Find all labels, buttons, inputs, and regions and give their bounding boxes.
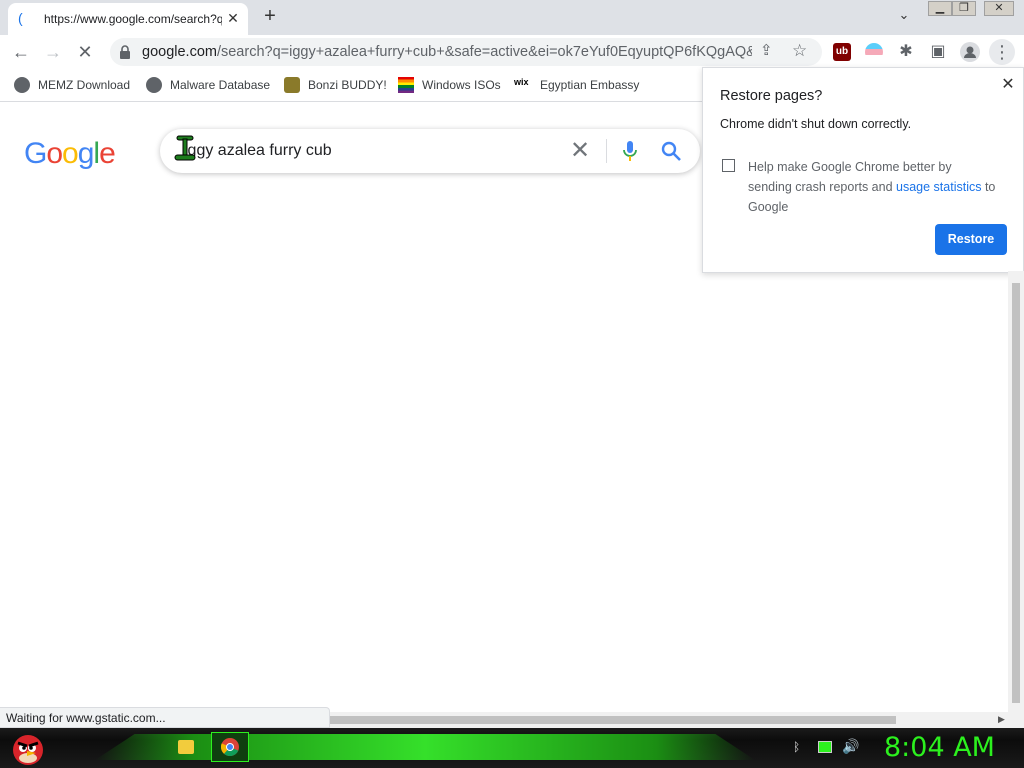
lock-icon[interactable] — [119, 45, 131, 59]
bookmark-star-icon[interactable]: ☆ — [792, 41, 807, 61]
flag-extension-icon[interactable] — [865, 43, 883, 61]
bookmark-egyptian-embassy[interactable]: wix Egyptian Embassy — [514, 75, 639, 95]
bookmark-windows-isos[interactable]: Windows ISOs — [398, 75, 501, 95]
restore-window-button[interactable]: ❐ — [952, 1, 976, 16]
search-input[interactable]: iggy azalea furry cub — [184, 142, 332, 160]
volume-tray-icon[interactable]: 🔊 — [842, 738, 859, 755]
address-bar[interactable]: google.com/search?q=iggy+azalea+furry+cu… — [110, 38, 822, 66]
search-box[interactable]: iggy azalea furry cub ✕ — [160, 129, 700, 173]
clear-search-icon[interactable]: ✕ — [570, 137, 590, 165]
custom-cursor-icon — [174, 135, 196, 161]
new-tab-button[interactable]: + — [258, 5, 282, 29]
crash-report-label: Help make Google Chrome better by sendin… — [748, 157, 998, 217]
horizontal-scroll-thumb[interactable] — [330, 716, 896, 724]
url-text[interactable]: google.com/search?q=iggy+azalea+furry+cu… — [142, 44, 752, 60]
tab-search-chevron-icon[interactable]: ⌄ — [894, 7, 914, 27]
wix-icon: wix — [514, 77, 529, 87]
angry-bird-start-icon[interactable] — [8, 728, 48, 768]
search-divider — [606, 139, 607, 163]
extensions-puzzle-icon[interactable]: ✱ — [893, 39, 919, 65]
network-tray-icon[interactable] — [818, 741, 832, 753]
logo-letter: g — [77, 137, 95, 170]
dialog-subtitle: Chrome didn't shut down correctly. — [720, 117, 912, 131]
logo-letter: o — [46, 137, 63, 170]
side-panel-icon[interactable]: ▣ — [925, 39, 951, 65]
rainbow-flag-icon — [398, 77, 414, 93]
bookmark-label: Egyptian Embassy — [540, 78, 640, 92]
taskbar: ᛒ 🔊 8:04 AM — [0, 728, 1024, 768]
logo-letter: o — [62, 137, 79, 170]
bookmark-malware-database[interactable]: Malware Database — [146, 75, 270, 95]
globe-icon — [146, 77, 162, 93]
dialog-close-icon[interactable]: ✕ — [999, 74, 1017, 93]
microphone-icon[interactable] — [622, 140, 638, 162]
crash-report-checkbox[interactable] — [722, 159, 735, 172]
bluetooth-tray-icon[interactable]: ᛒ — [793, 740, 800, 754]
vertical-scrollbar[interactable] — [1008, 271, 1024, 716]
bookmark-label: Windows ISOs — [422, 78, 501, 92]
google-logo-letters: Google — [24, 137, 116, 170]
profile-avatar-icon[interactable] — [957, 39, 983, 65]
stop-loading-icon[interactable]: ✕ — [72, 39, 98, 65]
bookmark-label: Malware Database — [170, 78, 271, 92]
google-logo[interactable]: Google — [24, 137, 116, 171]
url-path: /search?q=iggy+azalea+furry+cub+&safe=ac… — [216, 44, 752, 60]
dialog-title: Restore pages? — [720, 88, 823, 104]
loading-spinner-icon: ( — [18, 10, 23, 26]
logo-letter: e — [99, 137, 116, 170]
back-arrow-icon[interactable]: ← — [8, 39, 34, 65]
search-magnifier-icon[interactable] — [660, 140, 682, 162]
taskbar-glow — [95, 734, 755, 760]
url-domain: google.com — [142, 44, 217, 60]
share-icon[interactable]: ⇪ — [760, 41, 773, 59]
bookmark-label: Bonzi BUDDY! — [308, 78, 387, 92]
forward-arrow-icon[interactable]: → — [40, 39, 66, 65]
restore-pages-dialog: Restore pages? Chrome didn't shut down c… — [702, 67, 1024, 273]
bonzi-icon — [284, 77, 300, 93]
bookmark-label: MEMZ Download — [38, 78, 131, 92]
browser-tab[interactable]: ( https://www.google.com/search?q=iggy+a… — [8, 3, 248, 35]
restore-button[interactable]: Restore — [935, 224, 1007, 255]
chrome-taskbar-button[interactable] — [211, 732, 249, 762]
close-window-button[interactable]: ✕ — [984, 1, 1014, 16]
chrome-icon — [221, 738, 239, 756]
browser-toolbar: ← → ✕ google.com/search?q=iggy+azalea+fu… — [0, 35, 1024, 69]
taskbar-clock[interactable]: 8:04 AM — [884, 732, 995, 763]
ublock-extension-icon[interactable]: ub — [833, 43, 851, 61]
status-bubble: Waiting for www.gstatic.com... — [0, 707, 330, 728]
tab-title: https://www.google.com/search?q=iggy+aza… — [44, 12, 222, 26]
usage-statistics-link[interactable]: usage statistics — [896, 180, 981, 194]
bookmark-memz[interactable]: MEMZ Download — [14, 75, 130, 95]
globe-icon — [14, 77, 30, 93]
tab-strip: ( https://www.google.com/search?q=iggy+a… — [0, 0, 1024, 35]
bookmark-bonzi-buddy[interactable]: Bonzi BUDDY! — [284, 75, 387, 95]
scroll-right-arrow-icon[interactable]: ▶ — [998, 714, 1005, 725]
tab-close-icon[interactable]: ✕ — [224, 9, 242, 27]
vertical-scroll-thumb[interactable] — [1012, 283, 1020, 703]
menu-kebab-icon[interactable]: ⋮ — [989, 39, 1015, 65]
minimize-button[interactable]: ▁ — [928, 1, 952, 16]
logo-letter: G — [24, 137, 47, 170]
file-explorer-taskbar-icon[interactable] — [178, 740, 194, 754]
